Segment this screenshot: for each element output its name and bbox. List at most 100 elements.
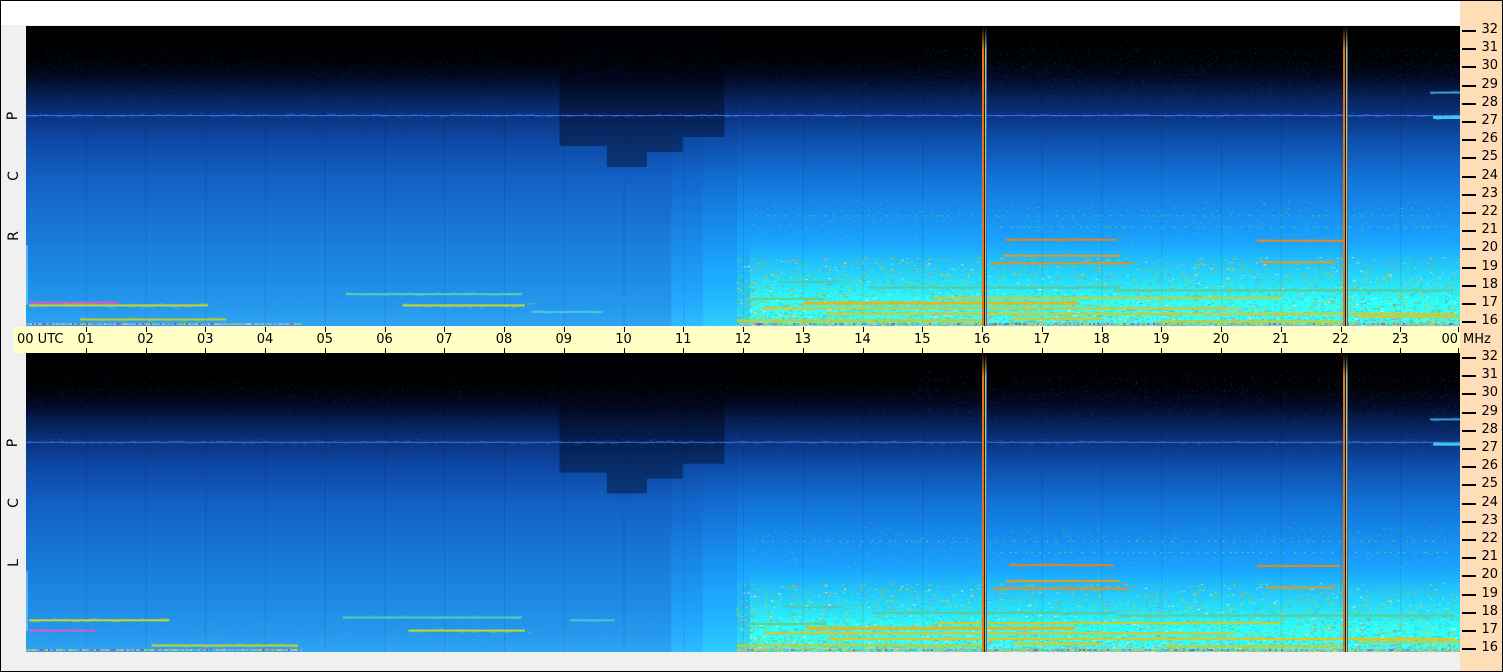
freq-tick-bottom-28 <box>1462 429 1476 432</box>
freq-tick-top-19 <box>1462 266 1476 269</box>
hour-tick-11-bot <box>683 348 685 353</box>
freq-label-top-32: 32 <box>1481 22 1498 37</box>
polarization-letter-c: C <box>5 497 22 508</box>
freq-label-bottom-24: 24 <box>1481 494 1498 510</box>
polarization-letter-l: L <box>5 558 22 567</box>
time-label-23: 23 <box>1391 332 1409 347</box>
time-label-06: 06 <box>376 332 393 347</box>
time-label-18: 18 <box>1093 332 1110 347</box>
freq-label-top-27: 27 <box>1481 113 1498 128</box>
time-label-16: 16 <box>973 332 991 347</box>
time-label-05: 05 <box>316 332 334 347</box>
freq-label-bottom-25: 25 <box>1481 476 1498 492</box>
freq-label-bottom-28: 28 <box>1481 421 1498 437</box>
hour-tick-6-bot <box>384 348 386 353</box>
time-axis-band: 00 UTC 01 02 03 04 05 06 07 08 09 10 11 12 13 14 15 16 17… <box>14 327 1460 353</box>
time-label-09: 09 <box>555 332 573 347</box>
freq-tick-top-26 <box>1462 139 1476 142</box>
freq-label-top-30: 30 <box>1481 58 1498 74</box>
hour-tick-9-bot <box>563 348 565 353</box>
freq-tick-top-18 <box>1462 284 1476 287</box>
freq-label-top-29: 29 <box>1481 76 1498 92</box>
freq-tick-top-25 <box>1462 157 1476 160</box>
freq-tick-bottom-23 <box>1462 520 1476 523</box>
time-label-17: 17 <box>1033 332 1051 347</box>
freq-label-bottom-27: 27 <box>1481 440 1498 455</box>
freq-tick-bottom-20 <box>1462 575 1476 578</box>
hour-tick-20-bot <box>1221 348 1222 353</box>
freq-label-bottom-17: 17 <box>1481 622 1498 637</box>
polarization-letter-r: R <box>5 231 22 241</box>
freq-tick-top-28 <box>1462 102 1476 105</box>
hour-tick-24-top <box>1458 327 1459 332</box>
time-label-13: 13 <box>794 332 812 347</box>
hour-tick-16-bot <box>982 348 983 353</box>
time-label-21: 21 <box>1272 332 1290 347</box>
time-label-10: 10 <box>615 332 632 347</box>
freq-label-bottom-22: 22 <box>1481 531 1498 546</box>
freq-tick-top-29 <box>1462 84 1476 87</box>
freq-label-top-18: 18 <box>1481 276 1498 292</box>
polarization-letter-c: C <box>5 171 22 181</box>
freq-tick-bottom-18 <box>1462 611 1476 614</box>
time-label-01: 01 <box>77 332 95 347</box>
hour-tick-19-bot <box>1161 348 1163 353</box>
freq-label-top-22: 22 <box>1481 204 1498 219</box>
freq-label-bottom-30: 30 <box>1481 385 1498 401</box>
hour-tick-17-bot <box>1041 348 1043 353</box>
freq-tick-top-20 <box>1462 248 1476 251</box>
time-label-15: 15 <box>913 332 931 347</box>
hour-tick-5-bot <box>324 348 326 353</box>
freq-tick-bottom-30 <box>1462 393 1476 396</box>
time-label-08: 08 <box>495 332 513 347</box>
mhz-unit-label: MHz <box>1463 332 1491 347</box>
rcp-polarization-label: P C R <box>1 26 26 326</box>
spectrogram-page: AJ4CO Observatory 02 Jan 2021 - DPS on T… <box>0 0 1503 672</box>
freq-label-top-23: 23 <box>1481 185 1498 201</box>
freq-tick-bottom-26 <box>1462 466 1476 469</box>
time-label-24h: 00 <box>1441 332 1458 347</box>
freq-tick-top-30 <box>1462 66 1476 69</box>
freq-tick-bottom-17 <box>1462 630 1476 632</box>
freq-tick-top-22 <box>1462 212 1476 214</box>
time-label-12: 12 <box>734 332 752 347</box>
lcp-spectrogram-canvas <box>26 353 1460 652</box>
time-label-11: 11 <box>674 332 692 347</box>
freq-label-bottom-18: 18 <box>1481 603 1498 619</box>
freq-label-bottom-29: 29 <box>1481 403 1498 419</box>
hour-tick-22-bot <box>1340 348 1342 353</box>
freq-tick-top-24 <box>1462 175 1476 178</box>
freq-label-bottom-31: 31 <box>1481 367 1498 383</box>
freq-label-bottom-19: 19 <box>1481 585 1498 601</box>
freq-tick-bottom-16 <box>1462 648 1476 651</box>
hour-tick-2-bot <box>145 348 147 353</box>
time-label-02: 02 <box>137 332 154 347</box>
freq-label-top-25: 25 <box>1481 149 1498 165</box>
time-label-20: 20 <box>1212 332 1230 347</box>
time-label-00-utc: 00 UTC <box>17 332 64 347</box>
polarization-letter-p: P <box>5 111 22 121</box>
freq-tick-bottom-32 <box>1462 357 1476 359</box>
freq-label-top-24: 24 <box>1481 167 1498 183</box>
freq-tick-top-21 <box>1462 230 1476 233</box>
freq-tick-bottom-19 <box>1462 593 1476 596</box>
freq-label-top-26: 26 <box>1481 131 1498 147</box>
time-label-07: 07 <box>435 332 453 347</box>
freq-label-bottom-21: 21 <box>1481 549 1498 565</box>
freq-scale-column: MHz 32 31 30 29 28 27 26 25 24 23 22 21 20 19 18 17 16 32… <box>1460 1 1502 671</box>
hour-tick-4-bot <box>265 348 266 353</box>
freq-tick-bottom-22 <box>1462 539 1476 541</box>
freq-label-bottom-26: 26 <box>1481 458 1498 474</box>
rcp-spectrogram-canvas <box>26 26 1460 326</box>
hour-tick-1-bot <box>85 348 87 353</box>
time-label-03: 03 <box>196 332 214 347</box>
hour-tick-12-bot <box>743 348 744 353</box>
hour-tick-10-bot <box>623 348 625 353</box>
freq-tick-bottom-21 <box>1462 557 1476 560</box>
freq-label-bottom-32: 32 <box>1481 349 1498 364</box>
hour-tick-23-bot <box>1400 348 1402 353</box>
title-bar: AJ4CO Observatory 02 Jan 2021 - DPS on T… <box>1 1 1468 46</box>
time-label-19: 19 <box>1152 332 1170 347</box>
freq-tick-bottom-29 <box>1462 411 1476 414</box>
freq-tick-top-27 <box>1462 121 1476 123</box>
